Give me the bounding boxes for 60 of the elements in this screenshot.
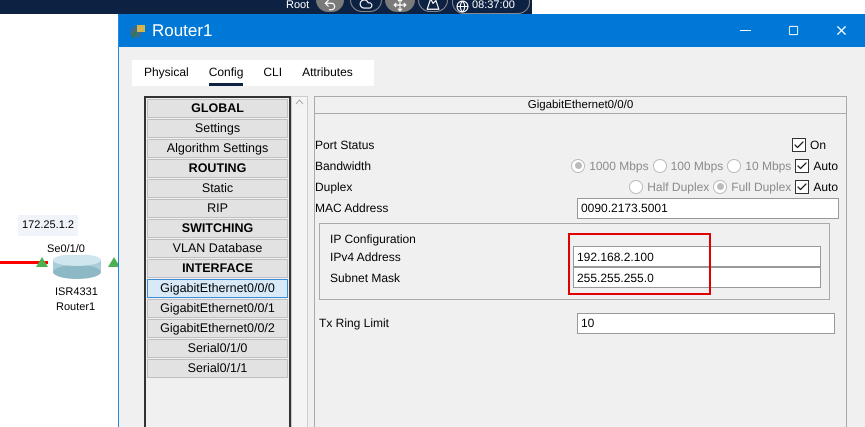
radio-label: 100 Mbps xyxy=(670,158,724,174)
text-field[interactable]: 192.168.2.100 xyxy=(573,246,821,267)
clock-button[interactable]: 08:37:00 xyxy=(452,0,530,14)
tab[interactable]: Attributes xyxy=(302,60,353,86)
clock-time: 08:37:00 xyxy=(472,0,515,13)
sidebar-item[interactable]: GigabitEthernet0/0/1 xyxy=(147,299,288,318)
scrollbar[interactable] xyxy=(291,96,308,427)
checkbox-label: Auto xyxy=(813,178,838,196)
sidebar-item[interactable]: GigabitEthernet0/0/2 xyxy=(147,319,288,338)
sidebar-item[interactable]: VLAN Database xyxy=(147,239,288,258)
sidebar-item[interactable]: Serial0/1/1 xyxy=(147,359,288,378)
text-field[interactable]: 10 xyxy=(577,312,835,334)
group-title: IP Configuration xyxy=(330,232,417,246)
sidebar-item[interactable]: Static xyxy=(147,179,288,198)
sidebar-item[interactable]: RIP xyxy=(147,199,288,218)
radio-label: 1000 Mbps xyxy=(589,158,649,174)
minimize-icon xyxy=(740,30,750,31)
sidebar-item[interactable]: GigabitEthernet0/0/0 xyxy=(147,279,288,298)
checkbox[interactable] xyxy=(792,138,806,152)
sidebar-item[interactable]: Algorithm Settings xyxy=(147,139,288,158)
port-label: Se0/1/0 xyxy=(47,243,85,255)
device-name: Router1 xyxy=(56,300,96,315)
cloud-icon xyxy=(359,0,373,11)
sidebar-header: INTERFACE xyxy=(147,259,288,278)
checkbox-label: On xyxy=(810,136,828,154)
panel-title: GigabitEthernet0/0/0 xyxy=(315,97,846,114)
sidebar-item[interactable]: Serial0/1/0 xyxy=(147,339,288,358)
window-title: Router1 xyxy=(152,20,212,42)
link-status-icon xyxy=(108,257,120,267)
checkbox-label: Auto xyxy=(813,158,838,174)
link-status-icon xyxy=(36,257,48,267)
field-label: MAC Address xyxy=(315,200,390,217)
sidebar-header: GLOBAL xyxy=(147,99,288,118)
ip-label: 172.25.1.2 xyxy=(18,215,78,236)
radio-label: Half Duplex xyxy=(647,178,710,196)
field-label: Bandwidth xyxy=(315,158,372,174)
globe-icon xyxy=(456,0,469,13)
mountain-icon xyxy=(426,0,440,11)
radio-label: Full Duplex xyxy=(731,178,792,196)
sidebar-header: ROUTING xyxy=(147,159,288,178)
sidebar-header: SWITCHING xyxy=(147,219,288,238)
field-label: IPv4 Address xyxy=(330,248,402,266)
field-label: Tx Ring Limit xyxy=(318,315,390,332)
mac-address-field[interactable]: 0090.2173.5001 xyxy=(577,198,839,218)
router-icon xyxy=(52,254,102,280)
workspace-label: Root xyxy=(286,0,310,13)
sidebar-item[interactable]: Settings xyxy=(147,119,288,138)
move-icon xyxy=(393,0,407,12)
undo-icon xyxy=(323,0,337,12)
field-label: Subnet Mask xyxy=(330,270,402,286)
field-label: Port Status xyxy=(315,136,376,154)
scroll-up-icon xyxy=(295,99,304,105)
tab[interactable]: Physical xyxy=(144,60,189,86)
device-model: ISR4331 xyxy=(55,285,98,300)
text-field[interactable]: 255.255.255.0 xyxy=(573,267,821,288)
radio-label: 10 Mbps xyxy=(745,158,792,174)
maximize-icon xyxy=(788,25,798,36)
tab[interactable]: CLI xyxy=(263,60,282,86)
field-label: Duplex xyxy=(315,178,354,196)
tab[interactable]: Config xyxy=(208,60,244,86)
